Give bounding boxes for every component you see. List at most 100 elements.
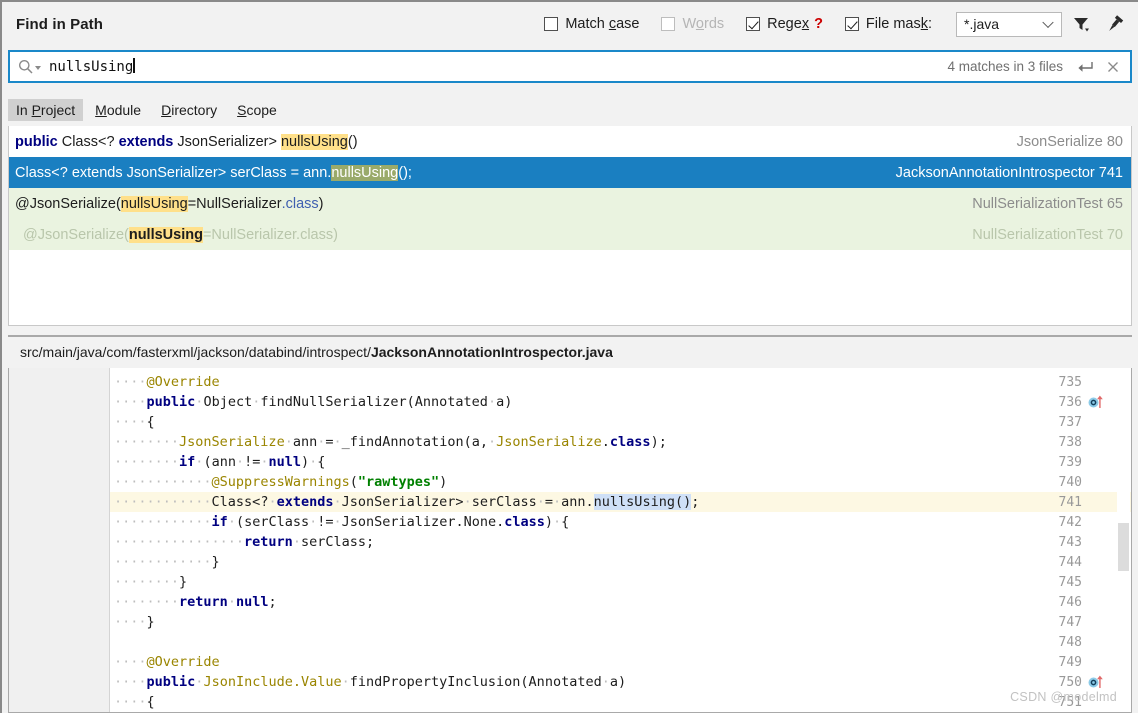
- code-token: =: [544, 494, 554, 510]
- code-token: =: [325, 434, 334, 450]
- table-row[interactable]: public Class<? extends JsonSerializer> n…: [9, 126, 1131, 157]
- result-line-number: 70: [1102, 226, 1123, 243]
- code-token: "rawtypes": [357, 474, 440, 490]
- code-token: }: [179, 574, 188, 590]
- code-line[interactable]: ············}: [110, 552, 1131, 572]
- line-number: 738: [1058, 434, 1082, 450]
- code-line[interactable]: ···· @Override: [110, 652, 1131, 672]
- code-line[interactable]: ············ Class<? · extends · JsonSerializ…: [110, 492, 1131, 512]
- code-token: {: [146, 694, 155, 710]
- line-number: 750: [1058, 674, 1082, 690]
- code-token: class: [609, 434, 651, 450]
- gutter-line: 749: [1030, 652, 1131, 672]
- result-file-location: JsonSerialize 80: [1017, 134, 1127, 150]
- code-line[interactable]: ············ if · (serClass · != · JsonSerializ…: [110, 512, 1131, 532]
- code-token: ·: [487, 394, 497, 410]
- tab-scope[interactable]: Scope: [229, 99, 285, 121]
- regex-help-icon[interactable]: ?: [814, 16, 823, 32]
- result-match-text: Class<? extends JsonSerializer> serClass…: [15, 164, 412, 181]
- code-token: _findAnnotation(a,: [341, 434, 488, 450]
- code-line[interactable]: ····}: [110, 612, 1131, 632]
- override-icon[interactable]: [1082, 395, 1112, 409]
- line-number: 748: [1058, 634, 1082, 650]
- editor-gutter[interactable]: [9, 368, 110, 712]
- search-icon[interactable]: [18, 59, 41, 74]
- filter-button[interactable]: [1066, 9, 1096, 39]
- code-line[interactable]: [110, 632, 1131, 652]
- code-token: ann: [292, 434, 318, 450]
- result-file-name: NullSerializationTest: [972, 195, 1103, 212]
- breadcrumb: src/main/java/com/fasterxml/jackson/data…: [20, 344, 613, 360]
- code-token: extends: [276, 494, 334, 510]
- enter-icon[interactable]: [1077, 60, 1094, 74]
- code-line[interactable]: ········ JsonSerialize · ann · = · _findAnnotat…: [110, 432, 1131, 452]
- table-row[interactable]: @JsonSerialize(nullsUsing =NullSerializer…: [9, 188, 1131, 219]
- code-token: if: [179, 454, 196, 470]
- file-mask-value: *.java: [964, 16, 1000, 32]
- code-token: Class<?: [61, 133, 119, 150]
- code-preview-pane[interactable]: ···· @Override ···· public · Object · findNullS…: [8, 368, 1132, 713]
- vertical-scrollbar[interactable]: [1117, 368, 1130, 712]
- pin-button[interactable]: [1100, 9, 1130, 39]
- file-mask-checkbox[interactable]: File mask:: [844, 16, 932, 32]
- file-mask-select[interactable]: *.java: [956, 11, 1062, 37]
- code-text-area[interactable]: ···· @Override ···· public · Object · findNullS…: [110, 368, 1131, 712]
- search-bar[interactable]: nullsUsing 4 matches in 3 files: [8, 50, 1132, 83]
- tab-directory[interactable]: Directory: [153, 99, 225, 121]
- code-token: JsonSerializer.None.: [341, 514, 505, 530]
- file-mask-box[interactable]: [844, 17, 859, 31]
- result-match-text: @JsonSerialize(nullsUsing =NullSerializer…: [15, 195, 324, 212]
- code-token: .: [601, 434, 610, 450]
- search-input[interactable]: nullsUsing: [49, 58, 135, 75]
- result-file-location: NullSerializationTest 70: [972, 227, 1127, 243]
- table-row[interactable]: @JsonSerialize(nullsUsing =NullSerializer…: [9, 219, 1131, 250]
- code-token: @JsonSerialize(: [15, 226, 129, 243]
- tab-in-project[interactable]: In Project: [8, 99, 84, 121]
- code-line[interactable]: ················ return · serClass;: [110, 532, 1131, 552]
- result-line-number: 741: [1094, 164, 1123, 181]
- words-checkbox[interactable]: Words: [661, 16, 724, 32]
- result-file-name: JsonSerialize: [1016, 133, 1103, 150]
- result-file-location: NullSerializationTest 65: [972, 196, 1127, 212]
- code-line[interactable]: ········ if · (ann · != · null) ·{: [110, 452, 1131, 472]
- code-token: ·: [341, 674, 350, 690]
- code-line[interactable]: ···· public · Object · findNullSerializer(Ann…: [110, 392, 1131, 412]
- code-token: if: [211, 514, 228, 530]
- code-line[interactable]: ········ return · null;: [110, 592, 1131, 612]
- code-line[interactable]: ····{: [110, 412, 1131, 432]
- code-line[interactable]: ········}: [110, 572, 1131, 592]
- override-icon[interactable]: [1082, 675, 1112, 689]
- match-highlight: nullsUsing: [120, 195, 188, 212]
- search-history-caret-icon[interactable]: [35, 66, 41, 70]
- scrollbar-thumb[interactable]: [1118, 523, 1129, 571]
- scope-tabs: In Project Module Directory Scope: [8, 97, 289, 123]
- code-line[interactable]: ···· @Override: [110, 372, 1131, 392]
- code-token: ·: [601, 674, 610, 690]
- search-results-list[interactable]: public Class<? extends JsonSerializer> n…: [8, 126, 1132, 326]
- code-line[interactable]: ····{: [110, 692, 1131, 712]
- match-case-box[interactable]: [544, 17, 559, 31]
- tab-module[interactable]: Module: [87, 99, 149, 121]
- code-line[interactable]: ···· public · JsonInclude.Value · findPropert…: [110, 672, 1131, 692]
- words-box[interactable]: [661, 17, 676, 31]
- code-line[interactable]: ············ @SuppressWarnings("rawtypes"…: [110, 472, 1131, 492]
- regex-box[interactable]: [746, 17, 761, 31]
- code-token: @Override: [146, 374, 220, 390]
- selected-token: nullsUsing(): [593, 494, 692, 510]
- code-token: @JsonSerialize(: [15, 195, 121, 212]
- match-highlight: nullsUsing: [280, 133, 348, 150]
- gutter-line: 750: [1030, 672, 1131, 692]
- result-line-number: 65: [1102, 195, 1123, 212]
- code-token: !=: [244, 454, 261, 470]
- regex-checkbox[interactable]: Regex ?: [746, 16, 823, 32]
- table-row[interactable]: Class<? extends JsonSerializer> serClass…: [9, 157, 1131, 188]
- code-token: ): [301, 454, 310, 470]
- code-token: findPropertyInclusion(Annotated: [349, 674, 602, 690]
- code-token: ·: [309, 454, 318, 470]
- line-number: 749: [1058, 654, 1082, 670]
- close-icon[interactable]: [1106, 60, 1120, 74]
- code-token: {: [317, 454, 326, 470]
- code-token: return: [179, 594, 228, 610]
- match-highlight: nullsUsing: [331, 164, 399, 181]
- match-case-checkbox[interactable]: Match case: [544, 16, 639, 32]
